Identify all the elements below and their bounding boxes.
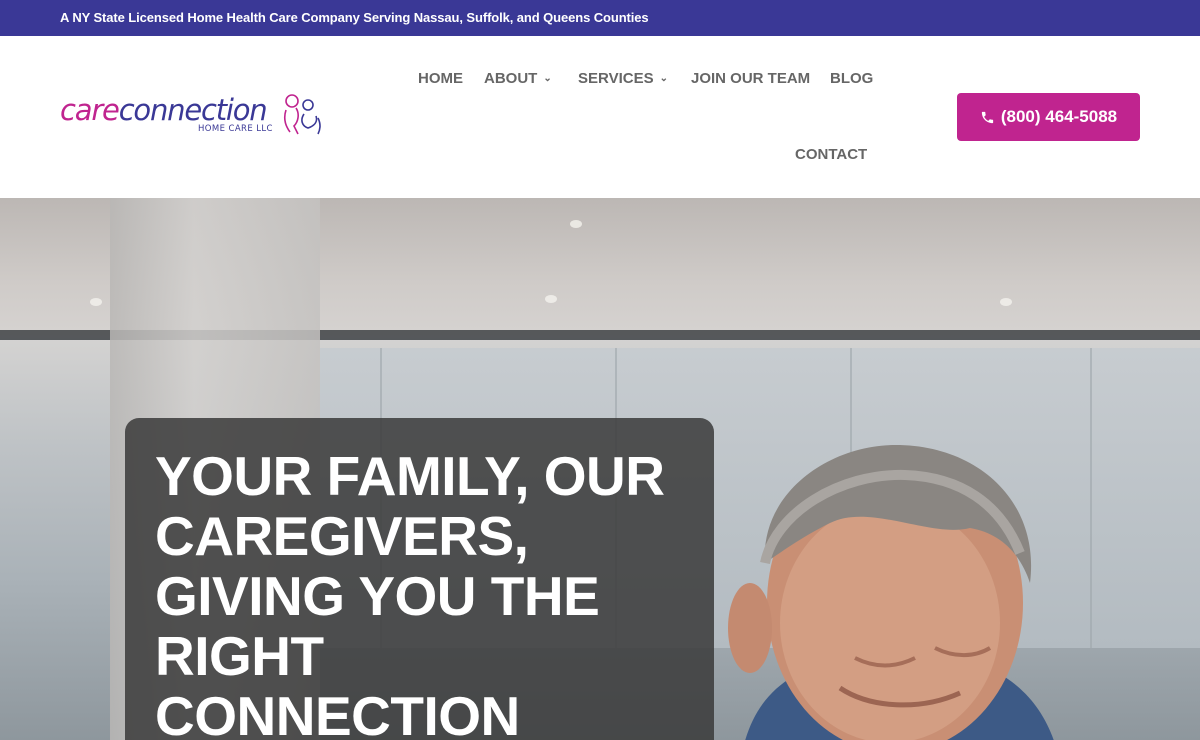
logo-word-connection: connection [118,93,268,127]
nav-home-label: HOME [418,70,463,87]
ceiling-light [545,295,557,303]
nav-about-label: ABOUT [484,70,538,87]
nav-home[interactable]: HOME [418,70,463,87]
nav-contact[interactable]: CONTACT [795,146,867,163]
hero-background-line [1090,348,1092,648]
hero-headline: YOUR FAMILY, OUR CAREGIVERS, GIVING YOU … [155,445,665,740]
call-phone-button[interactable]: (800) 464-5088 [957,93,1140,141]
chevron-down-icon: ⌄ [543,73,552,84]
nav-join-label: JOIN OUR TEAM [691,70,811,87]
hero-section: YOUR FAMILY, OUR CAREGIVERS, GIVING YOU … [0,198,1200,740]
logo-subtitle: HOME CARE LLC [198,124,273,134]
phone-number: (800) 464-5088 [1000,107,1118,126]
nav-contact-label: CONTACT [795,146,868,163]
phone-icon [981,111,993,123]
nav-blog[interactable]: BLOG [830,70,873,87]
senior-man-photo [728,444,1054,740]
nav-about[interactable]: ABOUT ⌄ [484,70,552,87]
announcement-text: A NY State Licensed Home Health Care Com… [60,10,649,25]
chevron-down-icon: ⌄ [659,73,668,84]
company-logo[interactable]: careconnection HOME CARE LLC [60,92,322,144]
caregiver-figures-icon [284,94,321,135]
nav-services[interactable]: SERVICES ⌄ [578,70,668,87]
announcement-bar: A NY State Licensed Home Health Care Com… [0,0,1200,36]
logo-word-care: care [60,93,120,127]
ceiling-light [570,220,582,228]
logo-wordmark: careconnection [60,92,268,128]
site-header: careconnection HOME CARE LLC HOME ABOUT ⌄… [0,36,1200,198]
ceiling-light [90,298,102,306]
nav-services-label: SERVICES [578,70,654,87]
nav-blog-label: BLOG [830,70,874,87]
nav-join-our-team[interactable]: JOIN OUR TEAM [691,70,810,87]
ceiling-light [1000,298,1012,306]
